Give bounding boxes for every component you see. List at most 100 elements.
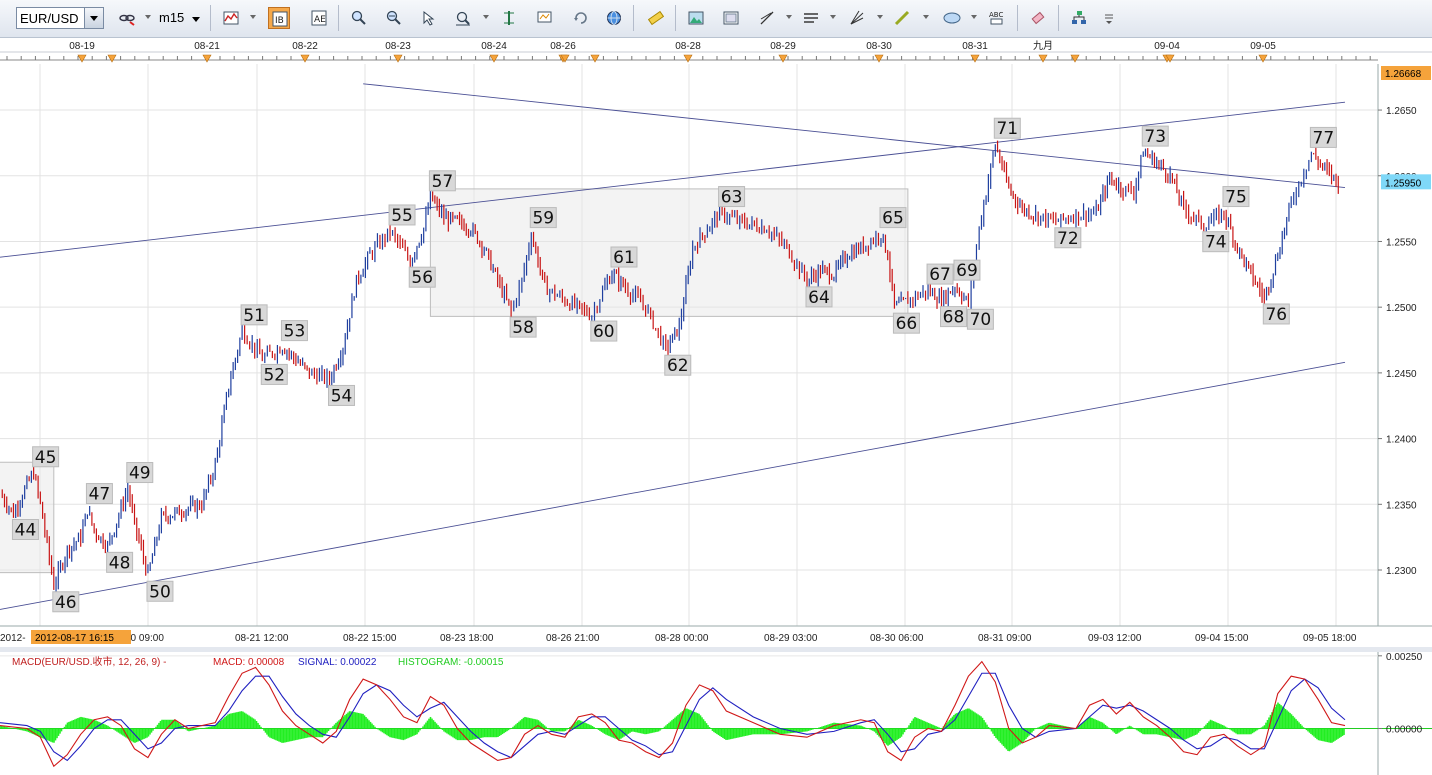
crosshair-icon[interactable]	[452, 7, 474, 29]
ruler-icon[interactable]	[645, 7, 667, 29]
properties-icon[interactable]	[534, 7, 556, 29]
session-marker-icon	[77, 54, 87, 63]
session-marker-icon	[300, 54, 310, 63]
top-date-label: 08-28	[675, 41, 701, 52]
wave-label: 56	[411, 268, 433, 288]
cursor-icon[interactable]	[418, 7, 440, 29]
image-icon[interactable]	[685, 7, 707, 29]
symbol-value: EUR/USD	[20, 11, 79, 26]
wave-label: 76	[1265, 305, 1287, 325]
time-axis-label: 08-26 21:00	[546, 633, 600, 644]
wave-label: 61	[613, 248, 635, 268]
top-date-label: 08-26	[550, 41, 576, 52]
session-marker-icon	[590, 54, 600, 63]
wave-label: 49	[129, 464, 151, 484]
wave-label: 71	[996, 119, 1018, 139]
zoom-out-icon[interactable]	[383, 7, 405, 29]
link-dropdown-icon[interactable]	[145, 15, 151, 19]
time-axis-label: 08-21 12:00	[235, 633, 289, 644]
refresh-icon[interactable]	[570, 7, 592, 29]
time-axis-label: 08-29 03:00	[764, 633, 818, 644]
wave-label: 65	[882, 209, 904, 229]
menu-icon[interactable]	[1099, 7, 1121, 29]
wave-label: 68	[943, 308, 965, 328]
svg-text:ABC: ABC	[989, 11, 1003, 19]
time-axis-label: 08-30 06:00	[870, 633, 924, 644]
time-axis-label: 09-03 12:00	[1088, 633, 1142, 644]
session-marker-icon	[393, 54, 403, 63]
time-axis-label: 08-31 09:00	[978, 633, 1032, 644]
wave-label: 50	[149, 582, 171, 602]
session-marker-icon	[107, 54, 117, 63]
shape-dropdown-icon[interactable]	[971, 15, 977, 19]
top-price-label: 1.26668	[1385, 69, 1422, 80]
pencil-dropdown-icon[interactable]	[923, 15, 929, 19]
chart-area[interactable]: 08-19 08-21 08-22 08-23 08-24 08-26 08-28 08-29…	[0, 38, 1432, 775]
wave-label: 64	[808, 288, 830, 308]
svg-text:IB: IB	[275, 16, 284, 26]
session-marker-icon	[489, 54, 499, 63]
top-date-label: 09-04	[1154, 41, 1180, 52]
timeframe-dropdown-icon[interactable]	[192, 17, 200, 22]
wave-label: 58	[512, 318, 534, 338]
price-axis-label: 1.2550	[1386, 237, 1417, 248]
time-axis-label: 08-22 15:00	[343, 633, 397, 644]
wave-label: 70	[970, 310, 992, 330]
wave-label: 73	[1144, 127, 1166, 147]
object-list-icon[interactable]	[1068, 7, 1090, 29]
top-date-label: 九月	[1033, 40, 1053, 52]
link-icon[interactable]	[116, 7, 138, 29]
pane-divider[interactable]	[0, 647, 1432, 652]
wave-label: 44	[15, 520, 37, 540]
time-axis-label: 09-05 18:00	[1303, 633, 1357, 644]
price-axis-label: 1.2350	[1386, 500, 1417, 511]
top-date-label: 08-29	[770, 41, 796, 52]
top-date-label: 08-19	[69, 41, 95, 52]
text-tool-icon[interactable]: ABC	[986, 7, 1008, 29]
chart-type-dropdown-icon[interactable]	[250, 15, 256, 19]
toolbar-separator	[210, 5, 211, 31]
macd-legend-item: HISTOGRAM: -0.00015	[398, 657, 504, 668]
zoom-in-icon[interactable]	[348, 7, 370, 29]
wave-label: 77	[1313, 128, 1335, 148]
trendline-tool-icon[interactable]	[756, 7, 778, 29]
line-chart-icon[interactable]: IB	[268, 7, 290, 29]
time-axis-label: 09-04 15:00	[1195, 633, 1249, 644]
toolbar-separator	[338, 5, 339, 31]
globe-icon[interactable]	[603, 7, 625, 29]
chart-image-icon[interactable]	[720, 7, 742, 29]
zoom-dropdown-icon[interactable]	[483, 15, 489, 19]
pitchfork-icon[interactable]	[846, 7, 868, 29]
wave-label: 53	[284, 322, 306, 342]
horizontal-lines-icon[interactable]	[800, 7, 822, 29]
pitchfork-dropdown-icon[interactable]	[877, 15, 883, 19]
candle-chart-icon[interactable]	[220, 7, 242, 29]
top-date-label: 08-31	[962, 41, 988, 52]
top-date-label: 08-23	[385, 41, 411, 52]
macd-axis-label: 0.00250	[1386, 652, 1423, 663]
top-date-label: 08-30	[866, 41, 892, 52]
price-axis-label: 1.2650	[1386, 106, 1417, 117]
template-icon[interactable]: AE	[308, 7, 330, 29]
toolbar-separator	[633, 5, 634, 31]
period-separator-icon[interactable]	[498, 7, 520, 29]
timeframe-value: m15	[159, 10, 185, 25]
symbol-select[interactable]: EUR/USD	[16, 7, 104, 29]
ellipse-icon[interactable]	[940, 7, 962, 29]
wave-label: 67	[929, 265, 951, 285]
session-marker-icon	[683, 54, 693, 63]
session-marker-icon	[1038, 54, 1048, 63]
eraser-icon[interactable]	[1027, 7, 1049, 29]
session-marker-icon	[202, 54, 212, 63]
wave-label: 47	[89, 485, 111, 505]
lines-dropdown-icon[interactable]	[830, 15, 836, 19]
pencil-icon[interactable]	[891, 7, 913, 29]
timeframe-select[interactable]: m15	[156, 7, 204, 29]
svg-text:AE: AE	[314, 15, 326, 25]
wave-label: 75	[1225, 188, 1247, 208]
trendline-dropdown-icon[interactable]	[786, 15, 792, 19]
session-marker-icon	[874, 54, 884, 63]
symbol-dropdown-button[interactable]	[84, 8, 103, 28]
wave-label: 59	[532, 209, 554, 229]
wave-label: 51	[243, 306, 265, 326]
